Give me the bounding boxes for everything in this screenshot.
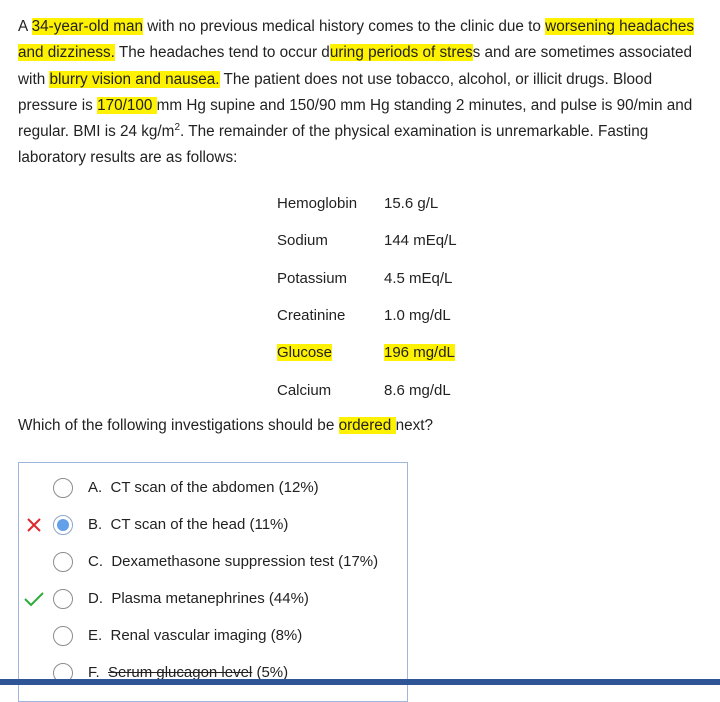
highlight-ordered[interactable]: ordered xyxy=(338,417,396,434)
lab-value: 1.0 mg/dL xyxy=(384,307,451,325)
highlight-blood-pressure[interactable]: 170/100 xyxy=(97,96,157,114)
lab-row: Sodium 144 mEq/L xyxy=(277,222,457,259)
lab-value: 144 mEq/L xyxy=(384,232,457,250)
radio-button[interactable] xyxy=(53,551,73,572)
radio-selected-dot xyxy=(57,518,69,531)
lab-name: Sodium xyxy=(277,232,328,250)
stem-text: A xyxy=(18,18,32,35)
highlight-age[interactable]: 34-year-old man xyxy=(31,18,143,35)
choice-label: E. Renal vascular imaging (8%) xyxy=(88,627,303,644)
highlight-stress[interactable]: uring periods of stres xyxy=(329,44,473,62)
correct-check-icon xyxy=(23,588,45,610)
choice-label: B. CT scan of the head (11%) xyxy=(88,516,289,533)
stem-text: with no previous medical history comes t… xyxy=(143,18,546,35)
lab-value: 4.5 mEq/L xyxy=(384,269,453,287)
lab-row: Calcium 8.6 mg/dL xyxy=(277,371,457,408)
lab-value-cell: 4.5 mEq/L xyxy=(384,260,457,297)
radio-button[interactable] xyxy=(53,477,73,498)
lab-name-cell: Sodium xyxy=(277,222,384,259)
radio-button[interactable] xyxy=(53,514,73,535)
lab-name: Hemoglobin xyxy=(277,195,358,213)
lab-value: 15.6 g/L xyxy=(384,195,439,213)
lab-name: Calcium xyxy=(277,381,332,399)
lab-row: Glucose 196 mg/dL xyxy=(277,334,457,371)
lab-row: Potassium 4.5 mEq/L xyxy=(277,260,457,297)
answer-choice-e[interactable]: E. Renal vascular imaging (8%) xyxy=(19,617,409,654)
answer-choice-d[interactable]: D. Plasma metanephrines (44%) xyxy=(19,580,409,617)
question-text: next? xyxy=(395,417,433,434)
lab-row: Creatinine 1.0 mg/dL xyxy=(277,297,457,334)
lab-row: Hemoglobin 15.6 g/L xyxy=(277,185,457,222)
question-stem: A 34-year-old man with no previous medic… xyxy=(18,14,712,172)
lab-name: Potassium xyxy=(277,269,348,287)
radio-button[interactable] xyxy=(53,588,73,609)
lab-name-cell: Creatinine xyxy=(277,297,384,334)
lab-value: 8.6 mg/dL xyxy=(384,381,451,399)
question-text: Which of the following investigations sh… xyxy=(18,417,339,434)
lab-name: Creatinine xyxy=(277,307,346,325)
lab-value-cell: 196 mg/dL xyxy=(384,334,457,371)
lab-value-cell: 15.6 g/L xyxy=(384,185,457,222)
bottom-toolbar-edge xyxy=(0,679,720,685)
lab-results-table: Hemoglobin 15.6 g/L Sodium 144 mEq/L Potassi… xyxy=(277,185,457,409)
choice-label: D. Plasma metanephrines (44%) xyxy=(88,590,309,607)
choice-label: A. CT scan of the abdomen (12%) xyxy=(88,479,319,496)
lab-name[interactable]: Glucose xyxy=(277,344,333,362)
lab-name-cell: Calcium xyxy=(277,371,384,408)
answer-choice-f[interactable]: F. Serum glucagon level (5%) xyxy=(19,654,409,691)
lab-name-cell: Glucose xyxy=(277,334,384,371)
question-prompt: Which of the following investigations sh… xyxy=(18,415,433,437)
lab-value-cell: 144 mEq/L xyxy=(384,222,457,259)
stem-text: The headaches tend to occur d xyxy=(114,44,330,62)
answer-choice-a[interactable]: A. CT scan of the abdomen (12%) xyxy=(19,469,409,506)
lab-name-cell: Potassium xyxy=(277,260,384,297)
highlight-vision[interactable]: blurry vision and nausea. xyxy=(49,70,220,88)
radio-button[interactable] xyxy=(53,625,73,646)
lab-value[interactable]: 196 mg/dL xyxy=(384,344,455,362)
choice-label: C. Dexamethasone suppression test (17%) xyxy=(88,553,379,570)
incorrect-x-icon xyxy=(23,514,45,536)
lab-value-cell: 1.0 mg/dL xyxy=(384,297,457,334)
answer-choices: A. CT scan of the abdomen (12%) B. CT sca… xyxy=(18,462,408,702)
answer-choice-c[interactable]: C. Dexamethasone suppression test (17%) xyxy=(19,543,409,580)
answer-choice-b[interactable]: B. CT scan of the head (11%) xyxy=(19,506,409,543)
lab-name-cell: Hemoglobin xyxy=(277,185,384,222)
lab-value-cell: 8.6 mg/dL xyxy=(384,371,457,408)
